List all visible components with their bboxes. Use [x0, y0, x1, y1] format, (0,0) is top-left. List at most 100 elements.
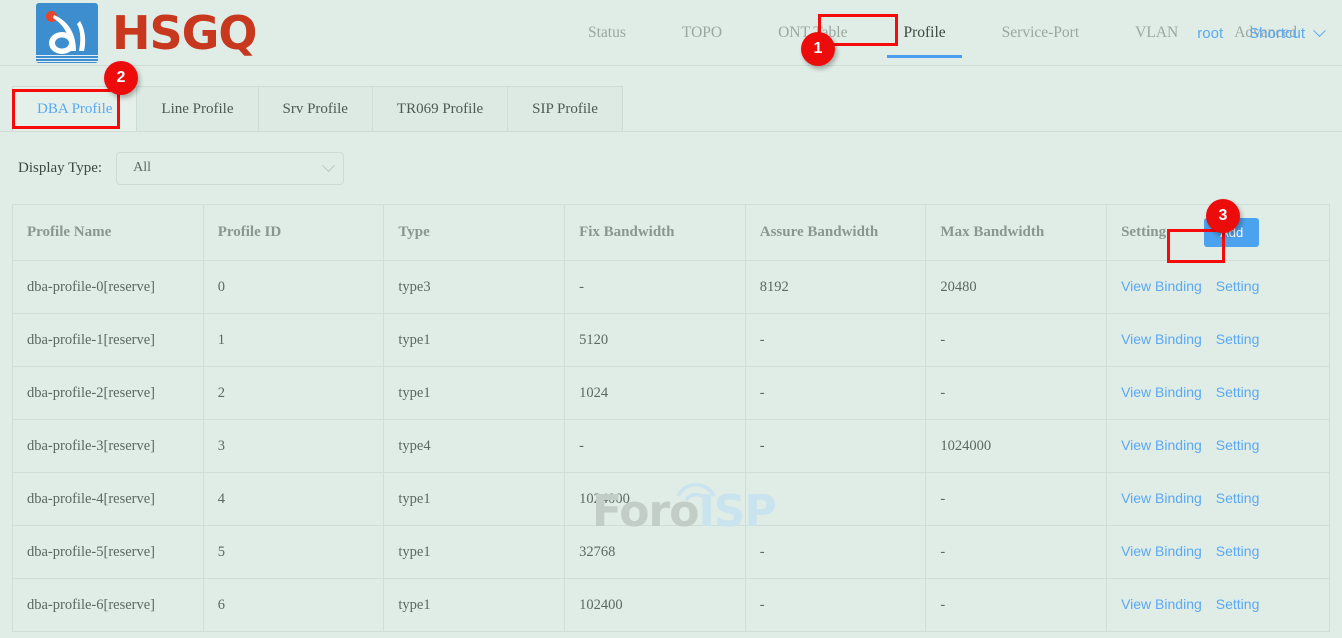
cell-profile-name: dba-profile-3[reserve] — [13, 420, 204, 473]
nav-right-group: root Shortcut — [1171, 0, 1324, 66]
cell-profile-name: dba-profile-0[reserve] — [13, 261, 204, 314]
table-header-row: Profile Name Profile ID Type Fix Bandwid… — [13, 205, 1330, 261]
setting-link[interactable]: Setting — [1216, 331, 1260, 347]
view-binding-link[interactable]: View Binding — [1121, 278, 1202, 294]
cell-fix-bandwidth: 32768 — [565, 526, 746, 579]
subtab-srv-profile[interactable]: Srv Profile — [258, 86, 373, 131]
cell-profile-name: dba-profile-5[reserve] — [13, 526, 204, 579]
cell-max-bandwidth: - — [926, 473, 1107, 526]
hsgq-logo-icon — [36, 3, 98, 63]
cell-fix-bandwidth: 1024000 — [565, 473, 746, 526]
app-header: HSGQ Status TOPO ONT Table Profile Servi… — [0, 0, 1342, 66]
cell-setting: View Binding Setting — [1107, 579, 1330, 632]
cell-assure-bandwidth: - — [745, 314, 926, 367]
nav-item-topo[interactable]: TOPO — [682, 0, 722, 66]
setting-link[interactable]: Setting — [1216, 596, 1260, 612]
cell-fix-bandwidth: - — [565, 261, 746, 314]
setting-link[interactable]: Setting — [1216, 543, 1260, 559]
nav-item-service-port[interactable]: Service-Port — [1002, 0, 1079, 66]
cell-max-bandwidth: - — [926, 367, 1107, 420]
cell-type: type4 — [384, 420, 565, 473]
cell-assure-bandwidth: - — [745, 367, 926, 420]
cell-profile-id: 0 — [203, 261, 384, 314]
cell-profile-name: dba-profile-2[reserve] — [13, 367, 204, 420]
setting-link[interactable]: Setting — [1216, 490, 1260, 506]
nav-item-profile[interactable]: Profile — [903, 0, 945, 66]
table-row: dba-profile-1[reserve]1type15120--View B… — [13, 314, 1330, 367]
cell-max-bandwidth: - — [926, 579, 1107, 632]
subtab-tr069-profile[interactable]: TR069 Profile — [372, 86, 508, 131]
cell-setting: View Binding Setting — [1107, 526, 1330, 579]
th-profile-id: Profile ID — [203, 205, 384, 261]
cell-setting: View Binding Setting — [1107, 261, 1330, 314]
th-setting: Setting Add — [1107, 205, 1330, 261]
setting-link[interactable]: Setting — [1216, 437, 1260, 453]
cell-assure-bandwidth: - — [745, 526, 926, 579]
shortcut-label: Shortcut — [1249, 25, 1305, 42]
cell-type: type1 — [384, 473, 565, 526]
view-binding-link[interactable]: View Binding — [1121, 596, 1202, 612]
th-max-bandwidth: Max Bandwidth — [926, 205, 1107, 261]
display-type-label: Display Type: — [18, 160, 102, 177]
th-assure-bandwidth: Assure Bandwidth — [745, 205, 926, 261]
cell-setting: View Binding Setting — [1107, 473, 1330, 526]
subtab-line-profile[interactable]: Line Profile — [136, 86, 258, 131]
view-binding-link[interactable]: View Binding — [1121, 384, 1202, 400]
cell-type: type3 — [384, 261, 565, 314]
display-type-select[interactable]: All — [116, 152, 344, 185]
table-body: dba-profile-0[reserve]0type3-819220480Vi… — [13, 261, 1330, 632]
cell-profile-name: dba-profile-4[reserve] — [13, 473, 204, 526]
cell-max-bandwidth: - — [926, 526, 1107, 579]
brand-name: HSGQ — [112, 10, 257, 56]
cell-profile-id: 1 — [203, 314, 384, 367]
filter-row: Display Type: All — [0, 132, 1342, 204]
view-binding-link[interactable]: View Binding — [1121, 490, 1202, 506]
setting-link[interactable]: Setting — [1216, 384, 1260, 400]
shortcut-menu[interactable]: Shortcut — [1249, 25, 1324, 42]
cell-max-bandwidth: 20480 — [926, 261, 1107, 314]
cell-fix-bandwidth: - — [565, 420, 746, 473]
table-row: dba-profile-6[reserve]6type1102400--View… — [13, 579, 1330, 632]
cell-max-bandwidth: 1024000 — [926, 420, 1107, 473]
dba-profile-table-wrap: Profile Name Profile ID Type Fix Bandwid… — [0, 204, 1342, 632]
subtab-dba-profile[interactable]: DBA Profile — [12, 86, 137, 131]
th-type: Type — [384, 205, 565, 261]
th-setting-label: Setting — [1121, 224, 1166, 241]
cell-setting: View Binding Setting — [1107, 367, 1330, 420]
view-binding-link[interactable]: View Binding — [1121, 331, 1202, 347]
logo-stripes — [36, 55, 98, 63]
cell-profile-id: 3 — [203, 420, 384, 473]
view-binding-link[interactable]: View Binding — [1121, 437, 1202, 453]
chevron-down-icon — [1313, 24, 1326, 37]
cell-profile-id: 6 — [203, 579, 384, 632]
logo-swirl-icon — [36, 3, 98, 63]
view-binding-link[interactable]: View Binding — [1121, 543, 1202, 559]
cell-type: type1 — [384, 314, 565, 367]
cell-profile-name: dba-profile-6[reserve] — [13, 579, 204, 632]
cell-fix-bandwidth: 1024 — [565, 367, 746, 420]
nav-item-status[interactable]: Status — [588, 0, 626, 66]
cell-type: type1 — [384, 367, 565, 420]
subtab-sip-profile[interactable]: SIP Profile — [507, 86, 623, 131]
nav-item-ont-table[interactable]: ONT Table — [778, 0, 847, 66]
cell-assure-bandwidth: - — [745, 420, 926, 473]
cell-setting: View Binding Setting — [1107, 314, 1330, 367]
cell-type: type1 — [384, 579, 565, 632]
cell-profile-id: 2 — [203, 367, 384, 420]
table-row: dba-profile-3[reserve]3type4--1024000Vie… — [13, 420, 1330, 473]
dba-profile-table: Profile Name Profile ID Type Fix Bandwid… — [12, 204, 1330, 632]
profile-subtabs: DBA Profile Line Profile Srv Profile TR0… — [0, 66, 1342, 132]
user-link-root[interactable]: root — [1197, 25, 1223, 42]
cell-assure-bandwidth: 8192 — [745, 261, 926, 314]
table-row: dba-profile-0[reserve]0type3-819220480Vi… — [13, 261, 1330, 314]
cell-type: type1 — [384, 526, 565, 579]
table-row: dba-profile-4[reserve]4type11024000--Vie… — [13, 473, 1330, 526]
setting-link[interactable]: Setting — [1216, 278, 1260, 294]
cell-profile-name: dba-profile-1[reserve] — [13, 314, 204, 367]
add-button[interactable]: Add — [1204, 218, 1259, 247]
th-profile-name: Profile Name — [13, 205, 204, 261]
table-row: dba-profile-5[reserve]5type132768--View … — [13, 526, 1330, 579]
cell-profile-id: 5 — [203, 526, 384, 579]
cell-max-bandwidth: - — [926, 314, 1107, 367]
brand: HSGQ — [36, 3, 257, 63]
